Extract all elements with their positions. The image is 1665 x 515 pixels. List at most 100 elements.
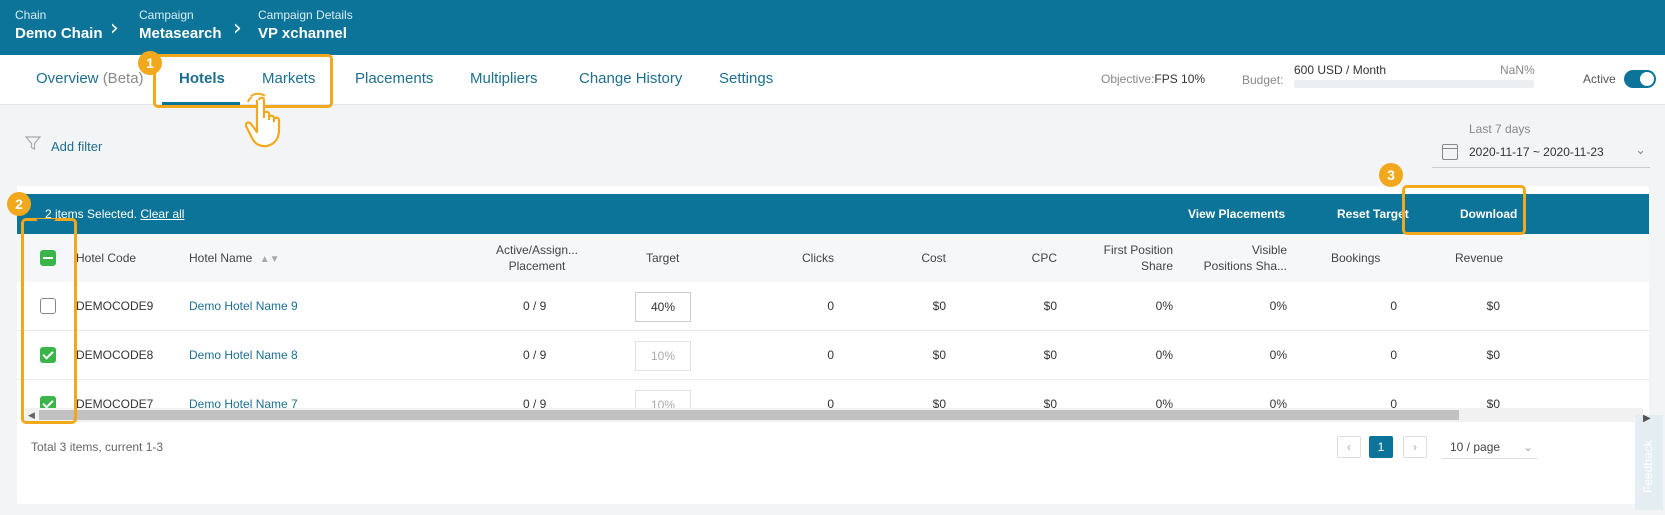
vps-cell: 0% bbox=[1269, 299, 1287, 313]
breadcrumb-label: Chain bbox=[15, 8, 47, 22]
breadcrumb-label: Campaign bbox=[139, 8, 194, 22]
col-active-placement: Active/Assign... Placement bbox=[483, 242, 591, 274]
col-label-line1: First Position bbox=[1103, 243, 1173, 257]
budget-value: 600 USD / Month bbox=[1294, 63, 1387, 77]
col-target: Target bbox=[646, 251, 680, 265]
step-badge-1: 1 bbox=[138, 51, 162, 75]
calendar-icon bbox=[1442, 144, 1458, 160]
active-toggle[interactable] bbox=[1624, 70, 1656, 88]
tab-settings[interactable]: Settings bbox=[719, 70, 773, 87]
cost-cell: $0 bbox=[932, 299, 946, 313]
budget-percent: NaN% bbox=[1500, 63, 1535, 77]
col-label-line2: Share bbox=[1140, 259, 1173, 273]
tab-change-history[interactable]: Change History bbox=[579, 70, 682, 87]
revenue-cell: $0 bbox=[1486, 299, 1500, 313]
next-page-button[interactable]: › bbox=[1403, 436, 1427, 458]
table-row: DEMOCODE8 Demo Hotel Name 8 0 / 9 10% 0 … bbox=[17, 331, 1649, 380]
tab-label: Overview bbox=[36, 70, 99, 87]
clicks-cell: 0 bbox=[827, 299, 834, 313]
hotel-name-link[interactable]: Demo Hotel Name 9 bbox=[189, 299, 298, 313]
tab-overview[interactable]: Overview (Beta) bbox=[36, 70, 144, 87]
chevron-right-icon: › bbox=[233, 16, 242, 41]
feedback-label: Feedback bbox=[1641, 440, 1655, 493]
revenue-cell: $0 bbox=[1486, 348, 1500, 362]
hand-pointer-icon bbox=[244, 92, 297, 157]
highlight-checkboxes bbox=[21, 218, 77, 424]
hotel-code-cell: DEMOCODE9 bbox=[76, 299, 154, 313]
cpc-cell: $0 bbox=[1043, 299, 1057, 313]
hotel-name-link[interactable]: Demo Hotel Name 8 bbox=[189, 348, 298, 362]
col-revenue: Revenue bbox=[1455, 251, 1504, 265]
breadcrumb-label: Campaign Details bbox=[258, 8, 353, 22]
pointer-arrow bbox=[36, 219, 56, 229]
breadcrumb-value[interactable]: Metasearch bbox=[139, 25, 222, 42]
table-header: Hotel Code Hotel Name ▲▼ Active/Assign..… bbox=[17, 234, 1649, 282]
scrollbar-thumb[interactable] bbox=[39, 410, 1459, 420]
placement-cell: 0 / 9 bbox=[523, 299, 547, 313]
top-header: Chain Demo Chain › Campaign Metasearch ›… bbox=[0, 0, 1665, 55]
col-label-line2: Placement bbox=[508, 259, 566, 273]
date-range-value: 2020-11-17 ~ 2020-11-23 bbox=[1469, 145, 1604, 159]
col-label: Hotel Name bbox=[189, 251, 253, 265]
clear-all-link[interactable]: Clear all bbox=[140, 207, 184, 221]
cost-cell: $0 bbox=[932, 348, 946, 362]
active-label: Active bbox=[1583, 72, 1616, 86]
target-input[interactable]: 10% bbox=[635, 341, 691, 371]
fps-cell: 0% bbox=[1155, 348, 1173, 362]
col-cost: Cost bbox=[921, 251, 946, 265]
feedback-tab[interactable]: Feedback ▶ bbox=[1635, 413, 1663, 510]
chevron-down-icon: ⌄ bbox=[1522, 440, 1533, 454]
chevron-right-icon: › bbox=[110, 16, 119, 41]
highlight-tabs bbox=[153, 54, 333, 108]
reset-target-button[interactable]: Reset Target bbox=[1337, 207, 1409, 221]
col-visible-positions-share: Visible Positions Sha... bbox=[1187, 242, 1287, 274]
col-label-line1: Visible bbox=[1251, 243, 1287, 257]
page-size-select[interactable]: 10 / page ⌄ bbox=[1442, 437, 1537, 459]
target-input[interactable]: 40% bbox=[635, 292, 691, 322]
add-filter-button[interactable]: Add filter bbox=[24, 135, 103, 154]
objective-label: Objective: bbox=[1101, 72, 1155, 86]
col-hotel-code: Hotel Code bbox=[76, 251, 137, 265]
budget-label: Budget: bbox=[1242, 73, 1284, 87]
add-filter-label: Add filter bbox=[51, 139, 103, 154]
col-clicks: Clicks bbox=[802, 251, 834, 265]
objective-info: Objective:FPS 10% bbox=[1101, 72, 1205, 86]
breadcrumb-campaign-details: Campaign Details VP xchannel bbox=[258, 8, 353, 42]
toggle-knob bbox=[1640, 72, 1654, 86]
horizontal-scrollbar[interactable]: ◀ bbox=[25, 408, 1643, 422]
col-first-position-share: First Position Share bbox=[1073, 242, 1173, 274]
breadcrumb-value: VP xchannel bbox=[258, 25, 347, 42]
page-size-value: 10 / page bbox=[1450, 440, 1501, 454]
date-range-label: Last 7 days bbox=[1469, 122, 1531, 136]
highlight-reset-target bbox=[1402, 185, 1526, 235]
breadcrumb-value[interactable]: Demo Chain bbox=[15, 25, 103, 42]
view-placements-button[interactable]: View Placements bbox=[1188, 207, 1285, 221]
step-badge-3: 3 bbox=[1379, 163, 1403, 187]
budget-progress-bar bbox=[1294, 80, 1534, 88]
bookings-cell: 0 bbox=[1390, 299, 1397, 313]
cpc-cell: $0 bbox=[1043, 348, 1057, 362]
tab-placements[interactable]: Placements bbox=[355, 70, 433, 87]
breadcrumb-campaign[interactable]: Campaign Metasearch bbox=[139, 8, 222, 42]
placement-cell: 0 / 9 bbox=[523, 348, 547, 362]
sort-icon[interactable]: ▲▼ bbox=[260, 254, 280, 265]
col-label-line1: Active/Assign... bbox=[495, 243, 579, 257]
bookings-cell: 0 bbox=[1390, 348, 1397, 362]
prev-page-button[interactable]: ‹ bbox=[1337, 436, 1361, 458]
date-range-picker[interactable]: 2020-11-17 ~ 2020-11-23 ⌄ bbox=[1432, 140, 1650, 168]
chevron-down-icon: ⌄ bbox=[1635, 142, 1646, 157]
col-hotel-name[interactable]: Hotel Name ▲▼ bbox=[189, 250, 280, 268]
step-badge-2: 2 bbox=[7, 192, 31, 216]
tab-multipliers[interactable]: Multipliers bbox=[470, 70, 538, 87]
filter-icon bbox=[24, 135, 43, 154]
col-bookings: Bookings bbox=[1331, 251, 1381, 265]
pagination-total: Total 3 items, current 1-3 bbox=[31, 440, 164, 454]
col-label-line2: Positions Sha... bbox=[1203, 259, 1287, 273]
breadcrumb-chain[interactable]: Chain Demo Chain bbox=[15, 8, 103, 42]
page-button[interactable]: 1 bbox=[1369, 436, 1393, 458]
scroll-right-icon[interactable]: ▶ bbox=[1643, 413, 1651, 424]
vps-cell: 0% bbox=[1269, 348, 1287, 362]
beta-tag: (Beta) bbox=[102, 70, 144, 87]
objective-value: FPS 10% bbox=[1154, 72, 1206, 86]
clicks-cell: 0 bbox=[827, 348, 834, 362]
